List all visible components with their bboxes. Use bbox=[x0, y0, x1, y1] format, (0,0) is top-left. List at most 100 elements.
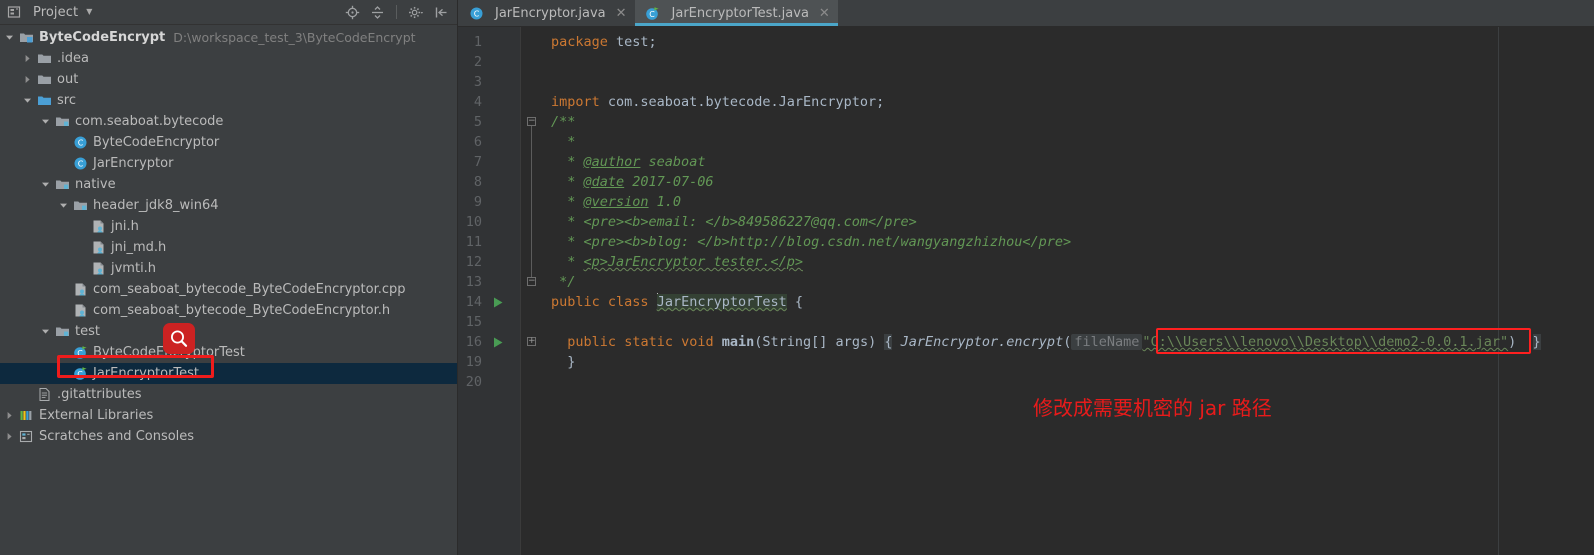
line-number: 7 bbox=[473, 154, 482, 170]
gear-icon[interactable] bbox=[408, 4, 424, 20]
chevron-right-icon[interactable] bbox=[4, 431, 15, 442]
svg-text:C: C bbox=[77, 160, 83, 169]
c-header-file-icon bbox=[90, 219, 106, 235]
tree-node[interactable]: jni_md.h bbox=[0, 237, 457, 258]
tree-node[interactable]: C ByteCodeEncryptorTest bbox=[0, 342, 457, 363]
line-number: 13 bbox=[465, 274, 482, 290]
svg-text:C: C bbox=[77, 139, 83, 148]
line-number: 15 bbox=[465, 314, 482, 330]
source-folder-icon bbox=[36, 93, 52, 109]
run-gutter-icon[interactable] bbox=[492, 332, 506, 352]
chevron-down-icon[interactable] bbox=[58, 200, 69, 211]
code-line: * @version 1.0 bbox=[551, 194, 682, 210]
c-header-file-icon bbox=[90, 261, 106, 277]
code-folding-column[interactable]: − − + bbox=[520, 27, 543, 555]
tree-node-label: ByteCodeEncrypt bbox=[39, 30, 166, 45]
run-gutter-icon[interactable] bbox=[492, 292, 506, 312]
editor-right-guide-line bbox=[1498, 27, 1499, 555]
line-number: 14 bbox=[465, 294, 482, 310]
tree-node-label: com_seaboat_bytecode_ByteCodeEncryptor.c… bbox=[93, 282, 406, 297]
code-line: * <p>JarEncryptor tester.</p> bbox=[551, 254, 803, 270]
tree-node[interactable]: out bbox=[0, 69, 457, 90]
tree-node-label: test bbox=[75, 324, 100, 339]
collapse-all-icon[interactable] bbox=[369, 4, 385, 20]
editor-tab-label: JarEncryptorTest.java bbox=[671, 5, 809, 21]
tree-node[interactable]: C ByteCodeEncryptor bbox=[0, 132, 457, 153]
chevron-down-icon[interactable] bbox=[4, 32, 15, 43]
line-number: 4 bbox=[473, 94, 482, 110]
code-line: */ bbox=[551, 274, 576, 290]
editor-area: C JarEncryptor.java ✕ C JarEncryptorTest.jav… bbox=[458, 0, 1594, 555]
line-number: 2 bbox=[473, 54, 482, 70]
tree-node-label: Scratches and Consoles bbox=[39, 429, 195, 444]
java-class-icon: C bbox=[72, 156, 88, 172]
tree-node[interactable]: .idea bbox=[0, 48, 457, 69]
tree-node-selected[interactable]: C JarEncryptorTest bbox=[0, 363, 457, 384]
java-test-class-icon: C bbox=[72, 345, 88, 361]
project-panel-header: Project ▼ bbox=[0, 0, 457, 25]
editor-tab-label: JarEncryptor.java bbox=[495, 5, 606, 21]
fold-collapse-icon[interactable]: − bbox=[527, 117, 536, 126]
fold-expand-icon[interactable]: + bbox=[527, 337, 536, 346]
svg-text:C: C bbox=[649, 10, 655, 19]
tree-node-label: com_seaboat_bytecode_ByteCodeEncryptor.h bbox=[93, 303, 391, 318]
line-number: 16 bbox=[465, 334, 482, 350]
tree-node[interactable]: External Libraries bbox=[0, 405, 457, 426]
code-text[interactable]: package test; import com.seaboat.bytecode… bbox=[543, 27, 1594, 555]
line-number-gutter[interactable]: 1 2 3 4 5 6 7 8 9 10 11 12 13 14 15 16 19 20 bbox=[458, 27, 520, 555]
code-line: * @author seaboat bbox=[551, 154, 706, 170]
project-icon bbox=[6, 4, 22, 20]
tree-node[interactable]: jni.h bbox=[0, 216, 457, 237]
tree-node-label: jni.h bbox=[111, 219, 139, 234]
tree-node-label: ByteCodeEncryptorTest bbox=[93, 345, 245, 360]
code-line: * @date 2017-07-06 bbox=[551, 174, 714, 190]
tree-node[interactable]: C JarEncryptor bbox=[0, 153, 457, 174]
tree-node[interactable]: test bbox=[0, 321, 457, 342]
tree-node-label: src bbox=[57, 93, 76, 108]
chevron-right-icon[interactable] bbox=[22, 53, 33, 64]
editor-tab[interactable]: C JarEncryptorTest.java ✕ bbox=[634, 0, 839, 26]
tree-node[interactable]: ByteCodeEncrypt D:\workspace_test_3\ByteC… bbox=[0, 27, 457, 48]
text-file-icon bbox=[36, 387, 52, 403]
chevron-right-icon[interactable] bbox=[22, 74, 33, 85]
tree-node[interactable]: com_seaboat_bytecode_ByteCodeEncryptor.c… bbox=[0, 279, 457, 300]
tree-node[interactable]: com.seaboat.bytecode bbox=[0, 111, 457, 132]
chevron-down-icon[interactable]: ▼ bbox=[86, 8, 92, 16]
code-line: * <pre><b>blog: </b>http://blog.csdn.net… bbox=[551, 234, 1072, 250]
chevron-down-icon[interactable] bbox=[40, 116, 51, 127]
tree-node[interactable]: com_seaboat_bytecode_ByteCodeEncryptor.h bbox=[0, 300, 457, 321]
java-test-class-icon: C bbox=[645, 5, 661, 21]
code-area[interactable]: 1 2 3 4 5 6 7 8 9 10 11 12 13 14 15 16 19 20 − − + package … bbox=[458, 27, 1594, 555]
chevron-down-icon[interactable] bbox=[40, 179, 51, 190]
code-line: * <pre><b>email: </b>849586227@qq.com</p… bbox=[551, 214, 917, 230]
tree-node-label: .gitattributes bbox=[57, 387, 142, 402]
hide-panel-icon[interactable] bbox=[433, 4, 449, 20]
tree-node[interactable]: header_jdk8_win64 bbox=[0, 195, 457, 216]
svg-text:C: C bbox=[77, 370, 83, 379]
tree-node[interactable]: src bbox=[0, 90, 457, 111]
tree-node[interactable]: native bbox=[0, 174, 457, 195]
chevron-down-icon[interactable] bbox=[40, 326, 51, 337]
locate-icon[interactable] bbox=[344, 4, 360, 20]
annotation-note-text: 修改成需要机密的 jar 路径 bbox=[1033, 396, 1272, 420]
tree-node[interactable]: Scratches and Consoles bbox=[0, 426, 457, 447]
fold-collapse-icon[interactable]: − bbox=[527, 277, 536, 286]
close-icon[interactable]: ✕ bbox=[819, 6, 830, 21]
c-header-file-icon bbox=[90, 240, 106, 256]
editor-tab-bar[interactable]: C JarEncryptor.java ✕ C JarEncryptorTest.jav… bbox=[458, 0, 1594, 27]
tree-node-label: jvmti.h bbox=[111, 261, 157, 276]
line-number: 5 bbox=[473, 114, 482, 130]
project-tree[interactable]: ByteCodeEncrypt D:\workspace_test_3\ByteC… bbox=[0, 25, 457, 447]
code-line: public static void main(String[] args) {… bbox=[567, 334, 1541, 350]
chevron-down-icon[interactable] bbox=[22, 95, 33, 106]
tree-node-label: .idea bbox=[57, 51, 89, 66]
close-icon[interactable]: ✕ bbox=[616, 6, 627, 21]
tree-node[interactable]: jvmti.h bbox=[0, 258, 457, 279]
editor-tab[interactable]: C JarEncryptor.java ✕ bbox=[458, 0, 635, 26]
tree-node[interactable]: .gitattributes bbox=[0, 384, 457, 405]
line-number: 20 bbox=[465, 374, 482, 390]
chevron-right-icon[interactable] bbox=[4, 410, 15, 421]
line-number: 8 bbox=[473, 174, 482, 190]
project-tool-window: Project ▼ ByteCodeEncrypt D:\workspace_t… bbox=[0, 0, 458, 555]
tree-node-label: com.seaboat.bytecode bbox=[75, 114, 224, 129]
